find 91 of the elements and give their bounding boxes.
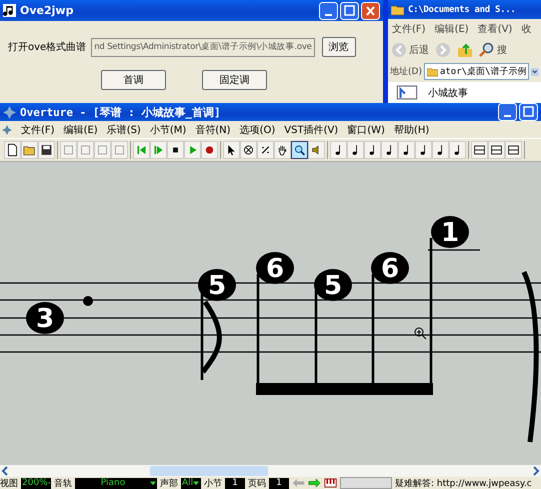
file-path-field[interactable]: nd Settings\Administrator\桌面\谱子示例\小城故事.ove [91, 38, 315, 56]
menu-item[interactable]: 选项(O) [240, 122, 276, 136]
record-icon[interactable] [201, 141, 218, 159]
key-button[interactable]: 固定调 [202, 70, 267, 90]
window-title: Overture - [琴谱 : 小城故事_首调] [20, 104, 221, 120]
zoom-tool-icon[interactable] [291, 141, 308, 159]
note-tool-icon[interactable] [330, 141, 347, 159]
measure-field[interactable]: 1 [225, 478, 245, 488]
eraser-tool-icon[interactable] [240, 141, 257, 159]
address-label: 地址(D) [390, 66, 422, 78]
note-tool-icon[interactable] [432, 141, 449, 159]
file-label: 打开ove格式曲谱 [8, 40, 86, 54]
menu-item[interactable]: 窗口(W) [347, 122, 385, 136]
note: 6 [371, 252, 409, 284]
menu-item[interactable]: 收 [521, 22, 532, 36]
menu-item[interactable]: 编辑(E) [64, 122, 98, 136]
note-tool-icon[interactable] [347, 141, 364, 159]
scroll-left-icon[interactable] [0, 466, 10, 476]
back-icon [391, 42, 407, 58]
scroll-thumb[interactable] [150, 466, 268, 476]
voice-label: 声部 [160, 478, 178, 489]
help-text: 疑难解答: http://www.jwpeasy.c [395, 478, 532, 489]
save-icon[interactable] [38, 141, 55, 159]
menu-item[interactable]: 帮助(H) [394, 122, 430, 136]
menu-item[interactable]: 音符(N) [195, 122, 231, 136]
note-tool-icon[interactable] [381, 141, 398, 159]
view-label: 视图 [0, 478, 18, 489]
arrow-tool-icon[interactable] [223, 141, 240, 159]
page-label: 页码 [248, 478, 266, 489]
note: 5 [314, 269, 352, 301]
document-icon [2, 124, 12, 134]
close-icon[interactable] [361, 2, 380, 20]
dropdown-icon [48, 480, 50, 486]
menu-item[interactable]: 编辑(E) [434, 22, 469, 36]
note: 1 [431, 216, 469, 248]
folder-icon [426, 66, 438, 77]
search-button[interactable]: 搜 [479, 42, 507, 58]
page-field[interactable]: 1 [269, 478, 289, 488]
note-tool-icon[interactable] [449, 141, 466, 159]
rewind-icon[interactable] [133, 141, 150, 159]
right-arrow-icon[interactable] [308, 478, 321, 488]
browse-button[interactable]: 浏览 [322, 37, 356, 57]
note-tool-icon[interactable] [398, 141, 415, 159]
open-folder-icon[interactable] [21, 141, 38, 159]
note: 6 [256, 252, 294, 284]
maximize-icon[interactable] [340, 2, 359, 20]
track-label: 音轨 [54, 478, 72, 489]
dropdown-icon [150, 480, 156, 486]
note-tool-icon[interactable] [364, 141, 381, 159]
search-icon [479, 42, 495, 58]
menu-item[interactable]: 小节(M) [150, 122, 186, 136]
scroll-right-icon[interactable] [531, 466, 541, 476]
note: 5 [198, 269, 236, 301]
percent-tool-icon[interactable] [257, 141, 274, 159]
layout-tool-icon[interactable] [488, 141, 505, 159]
app-icon [3, 106, 16, 118]
back-button[interactable]: 后退 [391, 42, 429, 58]
track-dropdown[interactable]: Piano [75, 478, 157, 488]
menu-item[interactable]: 乐谱(S) [106, 122, 141, 136]
window-title: Ove2jwp [20, 4, 74, 17]
document-icon[interactable] [396, 85, 418, 100]
new-file-icon[interactable] [4, 141, 21, 159]
status-field [340, 477, 392, 489]
file-name[interactable]: 小城故事 [428, 86, 468, 100]
note: 3 [26, 302, 64, 334]
folder-icon [391, 3, 404, 16]
dropdown-icon[interactable] [531, 66, 539, 78]
menu-item[interactable]: 文件(F) [21, 122, 55, 136]
layout-tool-icon[interactable] [471, 141, 488, 159]
minimize-icon[interactable] [319, 2, 338, 20]
measure-label: 小节 [204, 478, 222, 489]
zoom-cursor-icon [414, 328, 426, 340]
menu-item[interactable]: 查看(V) [478, 22, 512, 36]
key-button[interactable]: 首调 [101, 70, 166, 90]
layout-tool-icon[interactable] [505, 141, 522, 159]
window-title: C:\Documents and S... [408, 4, 516, 14]
dropdown-icon [193, 480, 200, 486]
keyboard-icon[interactable] [324, 478, 337, 488]
note-tool-icon[interactable] [415, 141, 432, 159]
minimize-icon[interactable] [498, 103, 517, 121]
maximize-icon[interactable] [519, 103, 538, 121]
address-field[interactable]: ator\桌面\谱子示例 [424, 63, 530, 80]
speaker-tool-icon[interactable] [308, 141, 325, 159]
menu-item[interactable]: 文件(F) [392, 22, 426, 36]
horizontal-scrollbar[interactable] [0, 465, 541, 477]
voice-dropdown[interactable]: All [181, 478, 201, 488]
music-note-icon [3, 4, 16, 17]
zoom-dropdown[interactable]: 200% [21, 478, 51, 488]
stop-icon[interactable] [167, 141, 184, 159]
menu-item[interactable]: VST插件(V) [284, 122, 338, 136]
hand-tool-icon[interactable] [274, 141, 291, 159]
